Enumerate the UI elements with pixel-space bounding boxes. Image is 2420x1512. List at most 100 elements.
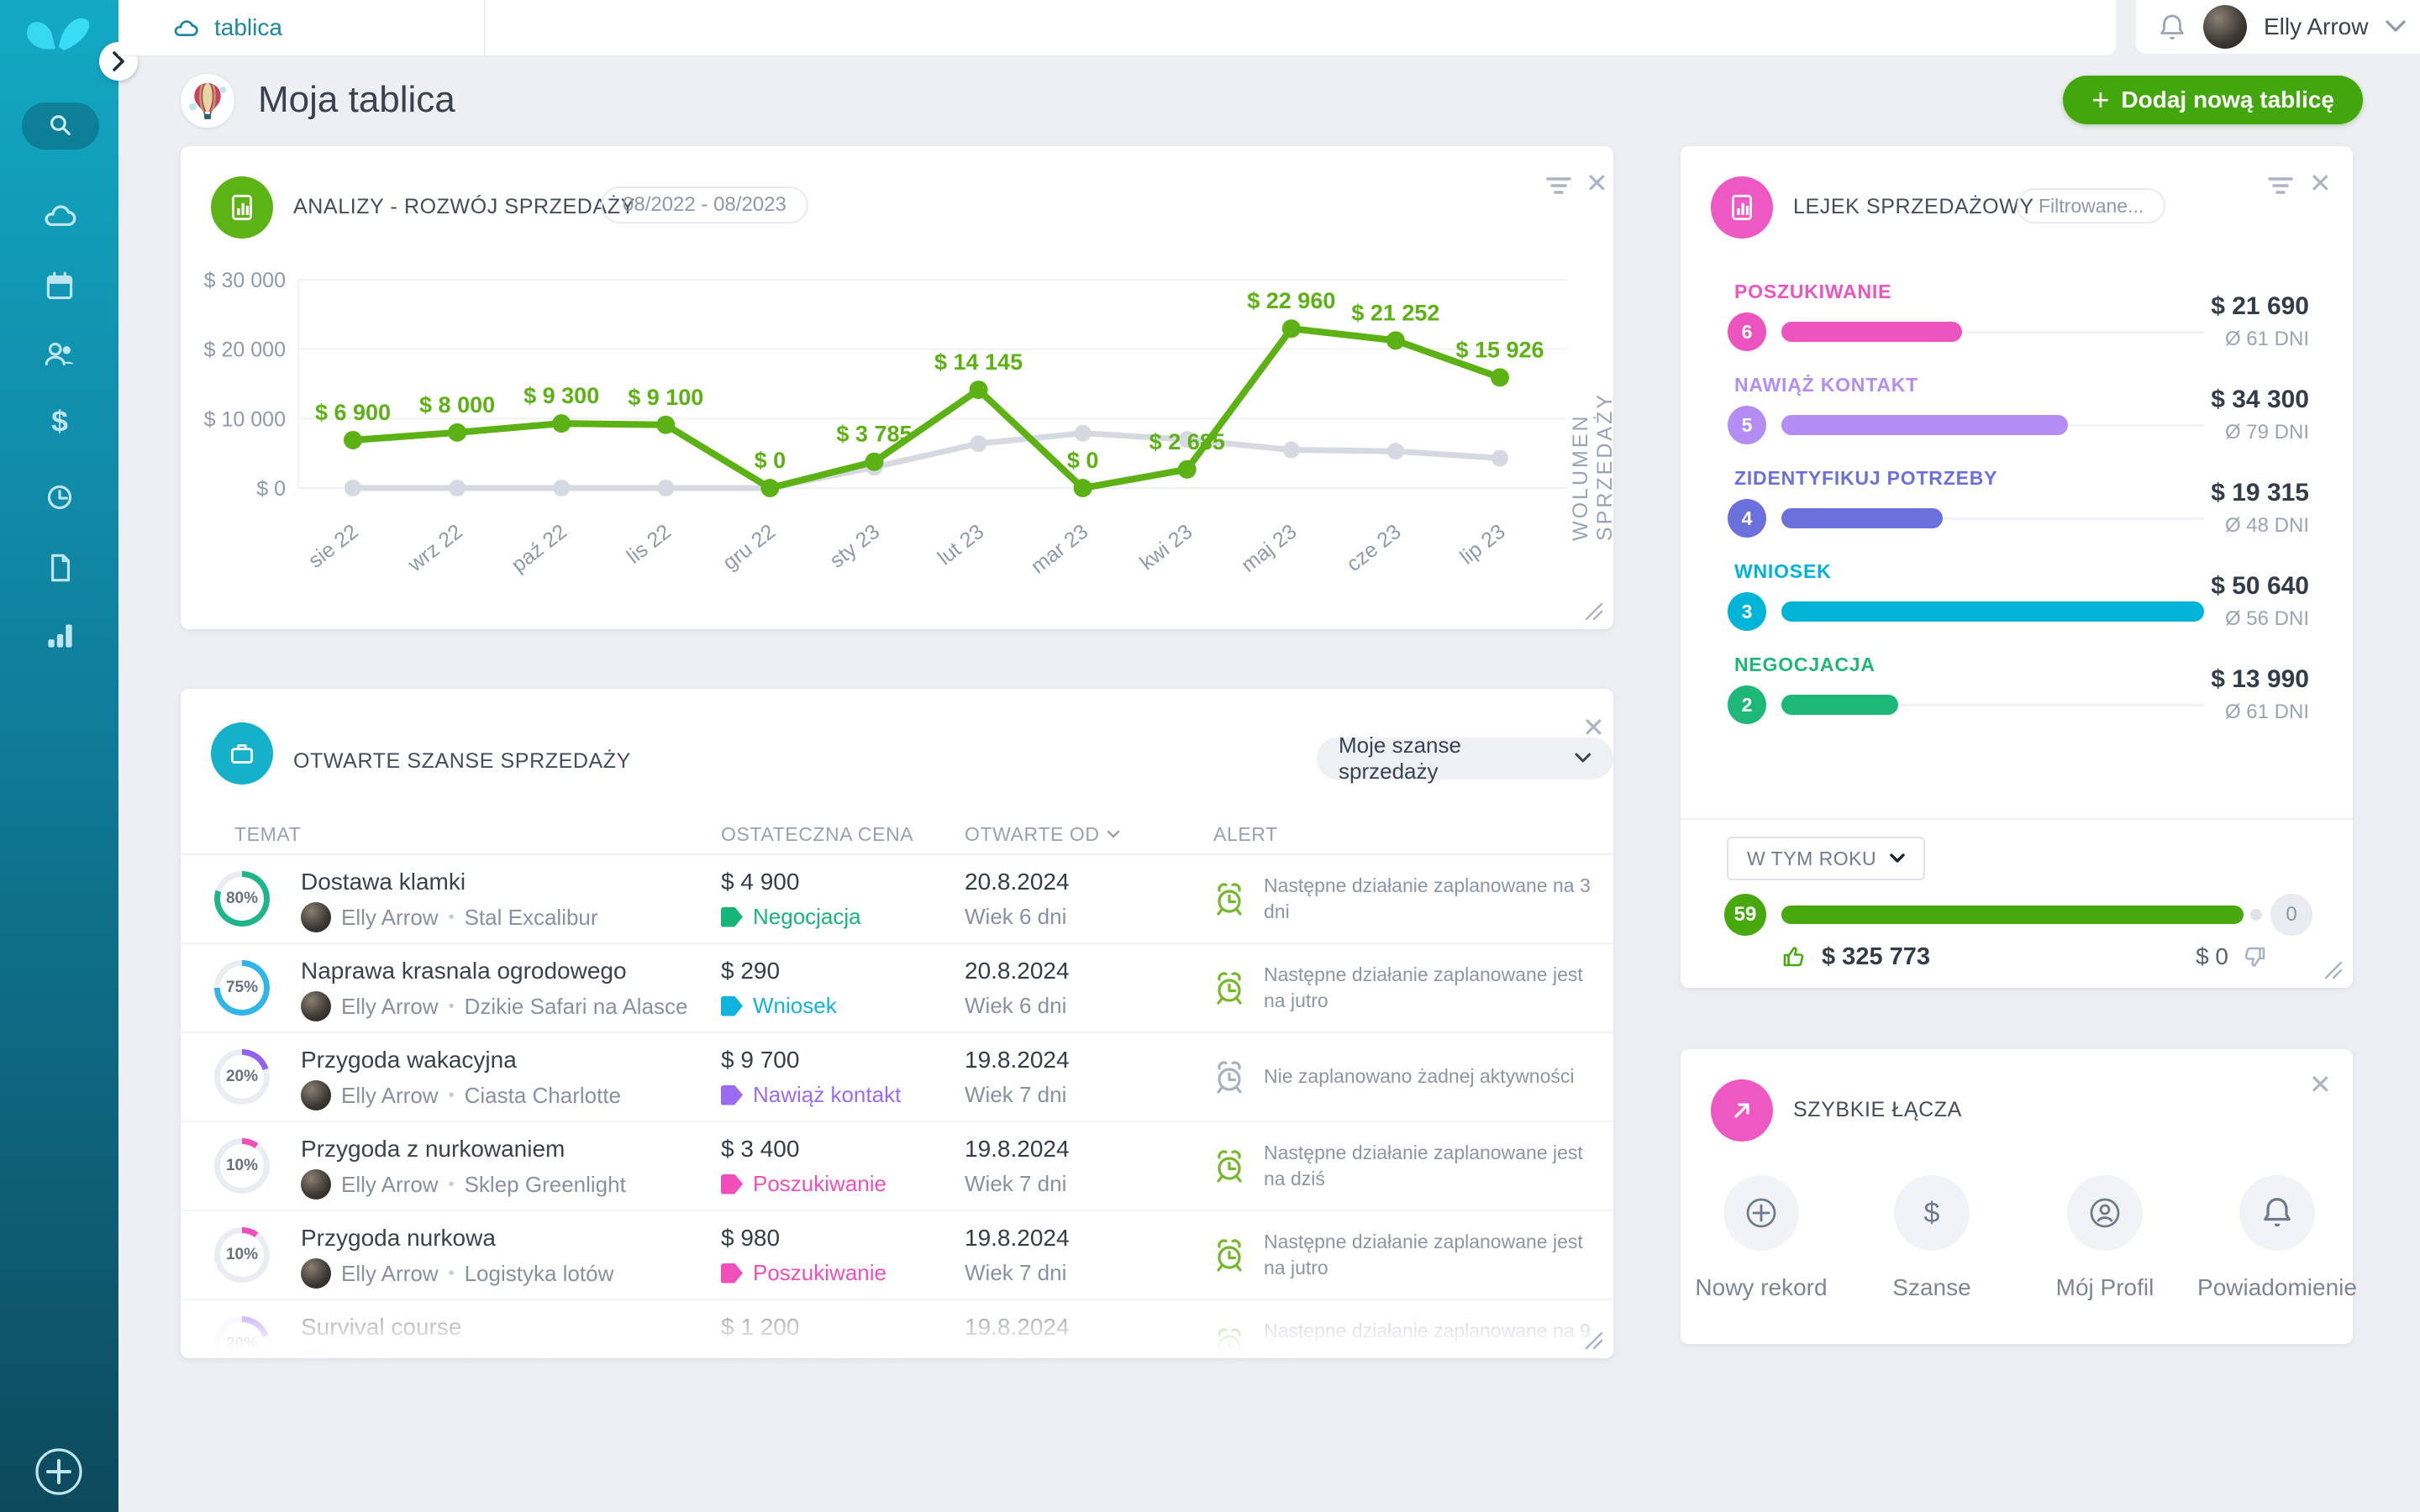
funnel-stage[interactable]: NAWIĄŻ KONTAKT 5 $ 34 300 Ø 79 DNI [1681,374,2353,467]
owner-name: Elly Arrow [341,1350,439,1359]
sidebar-item-contacts[interactable] [40,335,79,374]
stage-value: $ 13 990 [2211,665,2309,694]
funnel-stage[interactable]: NEGOCJACJA 2 $ 13 990 Ø 61 DNI [1681,654,2353,747]
period-filter-dropdown[interactable]: W TYM ROKU [1727,837,1925,880]
sidebar-item-sales[interactable]: $ [40,402,79,441]
table-row[interactable]: 10% Przygoda nurkowa Elly Arrow • Logist… [181,1211,1613,1300]
stage-average-days: Ø 61 DNI [2225,328,2309,351]
opportunity-title[interactable]: Przygoda z nurkowaniem [301,1136,565,1163]
quick-link-mój-profil[interactable]: Mój Profil [2025,1175,2185,1301]
owner-name: Elly Arrow [341,905,439,931]
close-icon[interactable]: ✕ [1582,714,1605,741]
close-icon[interactable]: ✕ [1586,170,1608,197]
search-button[interactable] [22,102,99,150]
status-label[interactable]: Wniosek [721,993,837,1019]
opportunity-title[interactable]: Przygoda nurkowa [301,1225,496,1252]
table-row[interactable]: 20% Przygoda wakacyjna Elly Arrow • Cias… [181,1033,1613,1122]
column-header-temat: TEMAT [234,823,301,846]
alert: Następne działanie zaplanowane jest na j… [1210,1211,1613,1299]
quick-link-szanse[interactable]: $ Szanse [1852,1175,2012,1301]
thumb-down-icon [2240,942,2269,971]
opportunity-title[interactable]: Dostawa klamki [301,869,466,895]
alert: Następne działanie zaplanowane na 3 dni [1210,855,1613,942]
calendar-icon [40,267,79,306]
topbar: tablica [118,0,2116,55]
svg-text:mar 23: mar 23 [1027,520,1093,579]
dollar-icon[interactable]: $ [1894,1175,1970,1251]
user-avatar[interactable] [2203,5,2247,49]
sales-growth-widget: ANALIZY - ROZWÓJ SPRZEDAŻY 08/2022 - 08/… [181,146,1613,629]
period-badge[interactable]: 08/2022 - 08/2023 [601,186,808,223]
resize-handle[interactable] [1583,601,1603,621]
filter-icon[interactable] [2267,175,2294,198]
svg-text:$ 6 900: $ 6 900 [315,400,391,425]
column-header-otwarte-od[interactable]: OTWARTE OD [965,823,1120,846]
sidebar-item-calendar[interactable] [40,267,79,306]
table-row[interactable]: 10% Przygoda z nurkowaniem Elly Arrow • … [181,1122,1613,1211]
analytics-widget-icon [211,176,273,239]
search-icon [45,110,76,142]
opportunity-meta: Elly Arrow • Ciasta Charlotte [301,1080,621,1110]
resize-handle[interactable] [1583,1330,1603,1350]
status-label[interactable]: Initiate Contact [721,1349,898,1358]
close-icon[interactable]: ✕ [2309,170,2332,197]
dot-separator: • [449,997,455,1016]
open-opportunities-widget: OTWARTE SZANSE SPRZEDAŻY Moje szanse spr… [181,689,1613,1358]
divider [1681,818,2353,820]
filtered-badge[interactable]: Filtrowane... [2017,188,2165,223]
dot-separator: • [449,1086,455,1105]
opportunity-filter-dropdown[interactable]: Moje szanse sprzedaży [1317,738,1613,780]
stage-label: POSZUKIWANIE [1734,281,1891,303]
open-date: 20.8.2024 [965,869,1070,895]
status-label[interactable]: Poszukiwanie [721,1260,886,1286]
stage-bar [1781,322,2204,342]
stage-average-days: Ø 79 DNI [2225,421,2309,444]
stage-value: $ 19 315 [2211,479,2309,507]
open-date: 19.8.2024 [965,1047,1070,1074]
document-icon [40,549,79,587]
opportunity-meta: Elly Arrow • Sklep Greenlight [301,1169,626,1200]
add-board-button[interactable]: + Dodaj nową tablicę [2063,76,2363,124]
quick-link-nowy-rekord[interactable]: Nowy rekord [1681,1175,1841,1301]
sidebar-item-documents[interactable] [40,549,79,587]
cloud-icon [40,198,79,237]
sidebar-item-statistics[interactable] [40,616,79,654]
close-icon[interactable]: ✕ [2309,1071,2332,1098]
opportunity-title[interactable]: Naprawa krasnala ogrodowego [301,958,627,984]
sidebar-item-history[interactable] [40,478,79,517]
plus-circle-icon[interactable] [1723,1175,1799,1251]
status-label[interactable]: Nawiąż kontakt [721,1082,901,1108]
user-circle-icon[interactable] [2067,1175,2143,1251]
filter-icon[interactable] [1545,175,1572,198]
right-axis-label: WOLUMEN SPRZEDAŻY [1569,272,1618,541]
alert: Następne działanie zaplanowane na 9 dni [1210,1300,1613,1358]
notifications-bell-icon[interactable] [2158,12,2186,42]
user-menu[interactable]: Elly Arrow [2136,0,2420,54]
opportunity-title[interactable]: Survival course [301,1314,461,1341]
opportunity-title[interactable]: Przygoda wakacyjna [301,1047,517,1074]
table-row[interactable]: 80% Dostawa klamki Elly Arrow • Stal Exc… [181,855,1613,944]
quick-link-powiadomienie[interactable]: Powiadomienie [2197,1175,2357,1301]
dot-separator: • [449,1264,455,1284]
tab-tablica[interactable]: tablica [118,0,486,55]
widget-title: SZYBKIE ŁĄCZA [1793,1098,1962,1122]
status-label[interactable]: Negocjacja [721,904,861,930]
app-logo-icon[interactable] [17,7,101,55]
funnel-stage[interactable]: ZIDENTYFIKUJ POTRZEBY 4 $ 19 315 Ø 48 DN… [1681,467,2353,560]
sidebar-item-dashboard[interactable] [40,198,79,237]
bell-icon[interactable] [2239,1175,2315,1251]
table-row[interactable]: 20% Survival course Elly Arrow • Fiction… [181,1300,1613,1358]
won-value: $ 325 773 [1780,942,1930,971]
funnel-stage[interactable]: POSZUKIWANIE 6 $ 21 690 Ø 61 DNI [1681,281,2353,374]
svg-text:sty 23: sty 23 [825,520,884,573]
won-count-badge: 59 [1724,894,1766,936]
funnel-stage[interactable]: WNIOSEK 3 $ 50 640 Ø 56 DNI [1681,560,2353,654]
status-label[interactable]: Poszukiwanie [721,1171,886,1197]
table-row[interactable]: 75% Naprawa krasnala ogrodowego Elly Arr… [181,944,1613,1033]
age-label: Wiek 6 dni [965,904,1066,930]
resize-handle[interactable] [2323,959,2343,979]
company-name: Ciasta Charlotte [465,1083,621,1109]
svg-text:wrz 22: wrz 22 [403,520,467,577]
sidebar-add-button[interactable] [34,1446,84,1497]
column-header-alert: ALERT [1213,823,1278,846]
